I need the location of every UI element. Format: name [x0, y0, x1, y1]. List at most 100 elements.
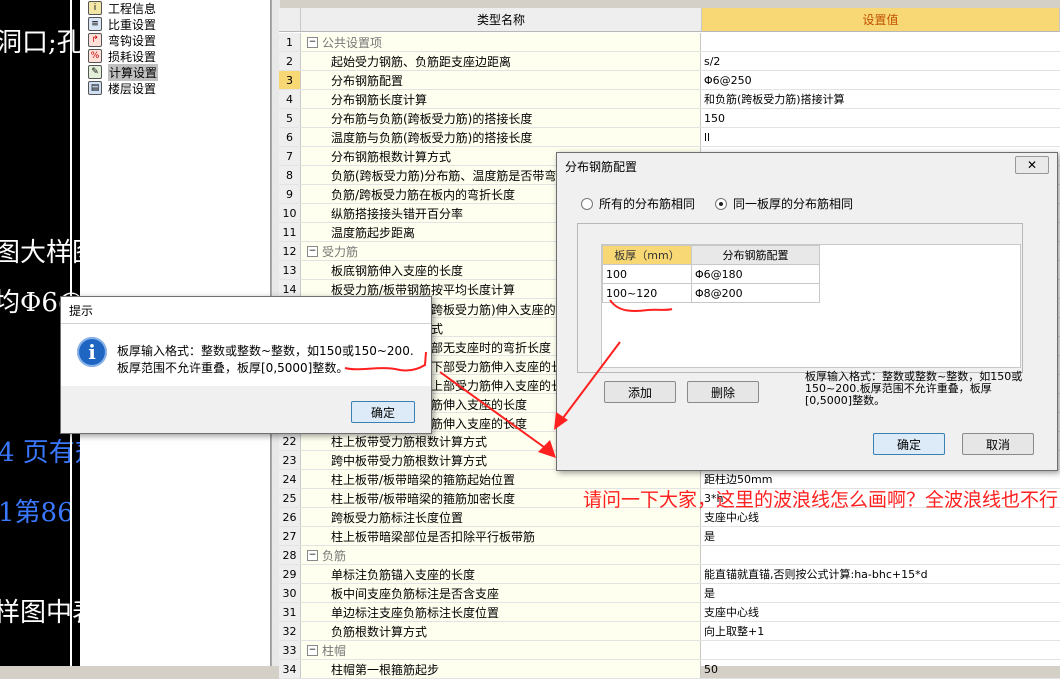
table-row[interactable]: 30 板中间支座负筋标注是否含支座 是 — [279, 584, 1060, 603]
value-cell[interactable]: ll — [702, 128, 1060, 146]
radio-button[interactable] — [715, 197, 727, 210]
setting-label: 负筋根数计算方式 — [331, 624, 428, 639]
radio-button[interactable] — [581, 197, 593, 210]
config-cell[interactable]: Φ8@200 — [691, 283, 820, 303]
value-cell[interactable]: 和负筋(跨板受力筋)搭接计算 — [702, 90, 1060, 108]
table-row[interactable]: 28− 负筋 — [279, 546, 1060, 565]
row-number[interactable]: 28 — [279, 546, 301, 564]
value-cell[interactable]: 向上取整+1 — [702, 622, 1060, 640]
column-header-config[interactable]: 分布钢筋配置 — [691, 245, 820, 265]
value-cell[interactable] — [702, 641, 1060, 659]
radio-same-thickness[interactable]: 同一板厚的分布筋相同 — [715, 195, 853, 212]
hint-dialog-titlebar[interactable]: 提示 — [61, 297, 431, 324]
value-cell[interactable]: Φ6@250 — [702, 71, 1060, 89]
cancel-button[interactable]: 取消 — [962, 433, 1034, 455]
column-header-name[interactable]: 类型名称 — [301, 8, 702, 32]
row-number[interactable]: 4 — [279, 90, 301, 108]
row-number[interactable]: 6 — [279, 128, 301, 146]
collapse-icon[interactable]: − — [307, 644, 318, 656]
table-row[interactable]: 34 柱帽第一根箍筋起步 50 — [279, 660, 1060, 679]
thickness-cell[interactable]: 100 — [602, 264, 692, 284]
cad-text: 洞口;孔洞 — [0, 28, 80, 58]
value-cell[interactable]: 150 — [702, 109, 1060, 127]
row-number[interactable]: 30 — [279, 584, 301, 602]
tree-item-calc[interactable]: ✎ 计算设置 — [88, 63, 159, 81]
table-row[interactable]: 2 起始受力钢筋、负筋距支座边距离 s/2 — [279, 52, 1060, 71]
row-number[interactable]: 32 — [279, 622, 301, 640]
radio-label: 同一板厚的分布筋相同 — [733, 197, 854, 211]
collapse-icon[interactable]: − — [307, 245, 318, 257]
tree-item-loss[interactable]: % 损耗设置 — [88, 48, 156, 64]
row-number[interactable]: 33 — [279, 641, 301, 659]
row-number[interactable]: 31 — [279, 603, 301, 621]
value-cell[interactable]: 50 — [702, 660, 1060, 678]
row-number[interactable]: 13 — [279, 261, 301, 279]
config-dialog-titlebar[interactable]: 分布钢筋配置 — [557, 153, 1057, 179]
row-number[interactable]: 1 — [279, 33, 301, 51]
delete-button[interactable]: 删除 — [687, 381, 759, 403]
row-number[interactable]: 22 — [279, 432, 301, 450]
config-cell[interactable]: Φ6@180 — [691, 264, 820, 284]
tree-item-project-info[interactable]: i 工程信息 — [88, 0, 156, 16]
row-number[interactable]: 2 — [279, 52, 301, 70]
radio-all-same[interactable]: 所有的分布筋相同 — [581, 195, 695, 212]
setting-label: 分布钢筋配置 — [331, 73, 404, 88]
thickness-cell[interactable]: 100~120 — [602, 283, 692, 303]
setting-label: 负筋/跨板受力筋在板内的弯折长度 — [331, 187, 516, 202]
row-number[interactable]: 23 — [279, 451, 301, 469]
row-number[interactable]: 27 — [279, 527, 301, 545]
name-cell: 单标注负筋锚入支座的长度 — [301, 565, 701, 583]
setting-label: 分布钢筋长度计算 — [331, 92, 428, 107]
row-number[interactable]: 25 — [279, 489, 301, 507]
row-number[interactable]: 11 — [279, 223, 301, 241]
table-row[interactable]: 27 柱上板带暗梁部位是否扣除平行板带筋 是 — [279, 527, 1060, 546]
row-number[interactable]: 29 — [279, 565, 301, 583]
value-cell[interactable]: 是 — [702, 584, 1060, 602]
table-row[interactable]: 33− 柱帽 — [279, 641, 1060, 660]
tree-item-hook[interactable]: ↱ 弯钩设置 — [88, 32, 156, 48]
table-row[interactable]: 1− 公共设置项 — [279, 33, 1060, 52]
table-row[interactable]: 4 分布钢筋长度计算 和负筋(跨板受力筋)搭接计算 — [279, 90, 1060, 109]
tree-item-weight[interactable]: ≡ 比重设置 — [88, 16, 156, 32]
table-row[interactable]: 100 Φ6@180 — [602, 264, 820, 284]
collapse-icon[interactable]: − — [307, 36, 318, 48]
table-row[interactable]: 100~120 Φ8@200 — [602, 283, 820, 303]
radio-label: 所有的分布筋相同 — [599, 197, 696, 211]
row-number[interactable]: 5 — [279, 109, 301, 127]
category-cell: − 柱帽 — [301, 641, 701, 659]
table-row[interactable]: 3 分布钢筋配置 Φ6@250 — [279, 71, 1060, 90]
hint-line-1: 板厚输入格式：整数或整数~整数，如150或150~200. — [117, 344, 414, 358]
add-button[interactable]: 添加 — [604, 381, 676, 403]
row-number[interactable]: 10 — [279, 204, 301, 222]
weight-icon: ≡ — [88, 17, 102, 31]
value-cell[interactable]: 是 — [702, 527, 1060, 545]
row-number[interactable]: 34 — [279, 660, 301, 678]
config-table: 板厚（mm） 分布钢筋配置 100 Φ6@180 100~120 Φ8@200 — [602, 245, 820, 303]
row-number[interactable]: 24 — [279, 470, 301, 488]
table-row[interactable]: 29 单标注负筋锚入支座的长度 能直锚就直锚,否则按公式计算:ha-bhc+15*d — [279, 565, 1060, 584]
row-number[interactable]: 9 — [279, 185, 301, 203]
table-row[interactable]: 6 温度筋与负筋(跨板受力筋)的搭接长度 ll — [279, 128, 1060, 147]
tree-item-floor[interactable]: ▤ 楼层设置 — [88, 80, 156, 96]
row-number[interactable]: 3 — [279, 71, 301, 89]
hint-ok-button[interactable]: 确定 — [351, 401, 415, 423]
value-cell[interactable]: s/2 — [702, 52, 1060, 70]
row-number[interactable]: 7 — [279, 147, 301, 165]
row-number[interactable]: 12 — [279, 242, 301, 260]
row-number[interactable]: 8 — [279, 166, 301, 184]
row-number[interactable]: 26 — [279, 508, 301, 526]
table-row[interactable]: 5 分布筋与负筋(跨板受力筋)的搭接长度 150 — [279, 109, 1060, 128]
info-icon: i — [88, 1, 102, 15]
value-cell[interactable]: 支座中心线 — [702, 603, 1060, 621]
collapse-icon[interactable]: − — [307, 549, 318, 561]
ok-button[interactable]: 确定 — [873, 433, 945, 455]
column-header-value[interactable]: 设置值 — [702, 8, 1060, 32]
table-row[interactable]: 32 负筋根数计算方式 向上取整+1 — [279, 622, 1060, 641]
close-icon[interactable]: ✕ — [1015, 156, 1049, 174]
column-header-thickness[interactable]: 板厚（mm） — [602, 245, 692, 265]
value-cell[interactable] — [702, 33, 1060, 51]
table-row[interactable]: 31 单边标注支座负筋标注长度位置 支座中心线 — [279, 603, 1060, 622]
value-cell[interactable] — [702, 546, 1060, 564]
cad-text: 图大样图 — [0, 238, 80, 268]
value-cell[interactable]: 能直锚就直锚,否则按公式计算:ha-bhc+15*d — [702, 565, 1060, 583]
